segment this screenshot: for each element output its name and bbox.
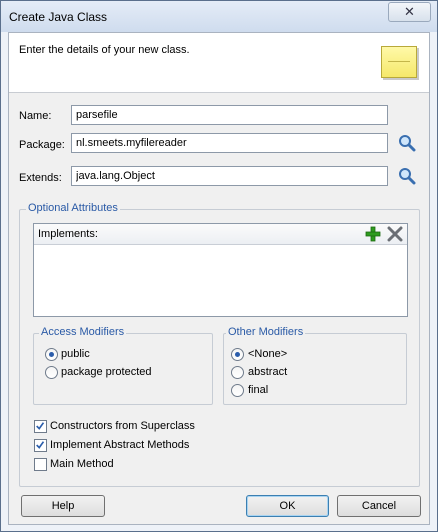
optional-attributes-legend: Optional Attributes: [26, 202, 120, 214]
package-protected-radio[interactable]: [45, 366, 58, 379]
extends-field[interactable]: [71, 166, 388, 186]
abstract-methods-checkbox[interactable]: [34, 439, 47, 452]
package-label: Package:: [19, 139, 65, 151]
extends-search-icon[interactable]: [398, 167, 416, 185]
abstract-methods-label: Implement Abstract Methods: [50, 439, 190, 451]
checkmark-icon: [36, 441, 45, 449]
abstract-radio[interactable]: [231, 366, 244, 379]
ok-button[interactable]: OK: [246, 495, 329, 517]
main-method-checkbox[interactable]: [34, 458, 47, 471]
main-method-label: Main Method: [50, 458, 114, 470]
name-field[interactable]: [71, 105, 388, 125]
close-button[interactable]: ✕: [388, 2, 431, 22]
cancel-button[interactable]: Cancel: [337, 495, 421, 517]
help-button[interactable]: Help: [21, 495, 105, 517]
header-text: Enter the details of your new class.: [19, 44, 190, 56]
name-label: Name:: [19, 110, 52, 122]
other-modifiers-legend: Other Modifiers: [226, 326, 306, 338]
final-label: final: [248, 384, 269, 396]
window-title: Create Java Class: [9, 10, 108, 24]
access-modifiers-legend: Access Modifiers: [39, 326, 127, 338]
none-label: <None>: [248, 348, 288, 360]
dialog-content: Enter the details of your new class. Nam…: [8, 32, 430, 525]
none-radio[interactable]: [231, 348, 244, 361]
constructors-checkbox[interactable]: [34, 420, 47, 433]
header-panel: Enter the details of your new class.: [9, 33, 429, 93]
package-field[interactable]: [71, 133, 388, 153]
package-search-icon[interactable]: [398, 134, 416, 152]
public-radio[interactable]: [45, 348, 58, 361]
constructors-label: Constructors from Superclass: [50, 420, 195, 432]
extends-label: Extends:: [19, 172, 62, 184]
abstract-label: abstract: [248, 366, 288, 378]
implements-label: Implements:: [38, 228, 98, 240]
title-bar: Create Java Class ✕: [1, 1, 437, 32]
checkmark-icon: [36, 422, 45, 430]
close-icon: ✕: [404, 4, 415, 19]
implements-header: Implements:: [34, 224, 407, 245]
remove-x-icon[interactable]: [387, 226, 403, 242]
implements-panel: Implements:: [33, 223, 408, 317]
package-protected-label: package protected: [61, 366, 152, 378]
note-icon: [381, 46, 417, 78]
final-radio[interactable]: [231, 384, 244, 397]
dialog-window: Create Java Class ✕ Enter the details of…: [0, 0, 438, 532]
plus-icon[interactable]: [365, 226, 381, 242]
public-label: public: [61, 348, 90, 360]
